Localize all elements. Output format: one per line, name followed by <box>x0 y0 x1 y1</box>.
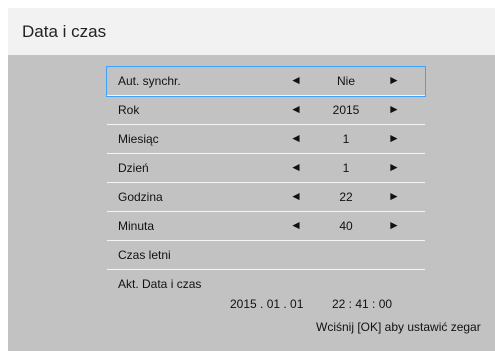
menu-label-hour: Godzina <box>118 190 163 204</box>
settings-window: Data i czas Aut. synchr. ◄ Nie ► Rok ◄ 2… <box>8 8 495 351</box>
menu-row-year[interactable]: Rok ◄ 2015 ► <box>107 96 425 125</box>
value-month: 1 <box>342 132 350 146</box>
arrow-left-icon[interactable]: ◄ <box>290 189 302 203</box>
menu-label-daylight-saving: Czas letni <box>118 248 171 262</box>
value-hour: 22 <box>339 190 353 204</box>
arrow-right-icon[interactable]: ► <box>388 102 400 116</box>
menu-row-minute[interactable]: Minuta ◄ 40 ► <box>107 212 425 241</box>
arrow-right-icon[interactable]: ► <box>388 73 400 87</box>
value-auto-sync: Nie <box>336 74 355 88</box>
menu-label-day: Dzień <box>118 161 149 175</box>
arrow-left-icon[interactable]: ◄ <box>290 218 302 232</box>
menu-label-auto-sync: Aut. synchr. <box>118 74 181 88</box>
arrow-right-icon[interactable]: ► <box>388 160 400 174</box>
menu-label-year: Rok <box>118 103 140 117</box>
arrow-left-icon[interactable]: ◄ <box>290 102 302 116</box>
menu-row-day[interactable]: Dzień ◄ 1 ► <box>107 154 425 183</box>
menu-row-month[interactable]: Miesiąc ◄ 1 ► <box>107 125 425 154</box>
arrow-left-icon[interactable]: ◄ <box>290 160 302 174</box>
menu-label-month: Miesiąc <box>118 132 159 146</box>
current-datetime-row: Akt. Data i czas 2015 . 01 . 01 22 : 41 … <box>107 270 425 314</box>
arrow-right-icon[interactable]: ► <box>388 131 400 145</box>
title-bar: Data i czas <box>8 8 495 55</box>
menu-row-hour[interactable]: Godzina ◄ 22 ► <box>107 183 425 212</box>
arrow-right-icon[interactable]: ► <box>388 189 400 203</box>
menu-label-minute: Minuta <box>118 219 155 233</box>
current-datetime-label: Akt. Data i czas <box>118 277 202 291</box>
hint-text: Wciśnij [OK] aby ustawić zegar <box>316 320 481 334</box>
menu-row-daylight-saving[interactable]: Czas letni <box>107 241 425 270</box>
menu-row-auto-sync[interactable]: Aut. synchr. ◄ Nie ► <box>106 66 426 97</box>
value-day: 1 <box>342 161 350 175</box>
value-minute: 40 <box>339 219 353 233</box>
arrow-right-icon[interactable]: ► <box>388 218 400 232</box>
current-date: 2015 . 01 . 01 <box>230 297 304 311</box>
arrow-left-icon[interactable]: ◄ <box>290 73 302 87</box>
page-title: Data i czas <box>22 22 107 41</box>
current-time: 22 : 41 : 00 <box>332 297 393 311</box>
settings-menu: Aut. synchr. ◄ Nie ► Rok ◄ 2015 ► Miesią… <box>106 66 426 314</box>
value-year: 2015 <box>332 103 360 117</box>
arrow-left-icon[interactable]: ◄ <box>290 131 302 145</box>
